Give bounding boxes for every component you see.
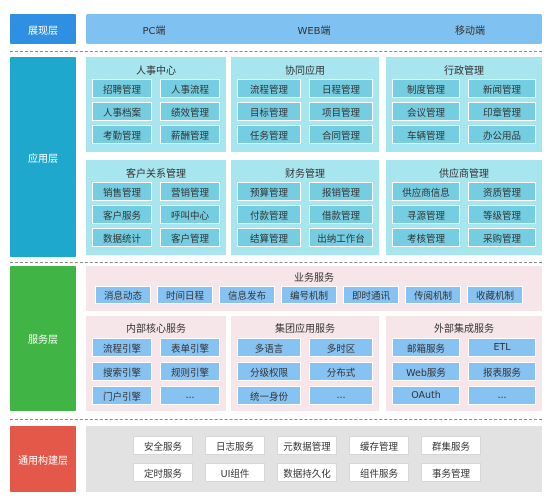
service-item: ... (468, 386, 536, 405)
app-module-item: 资质管理 (468, 182, 536, 201)
service-group-title: 外部集成服务 (434, 324, 494, 335)
app-module-item: 人事流程 (160, 79, 220, 98)
service-item: 分级权限 (237, 362, 301, 381)
business-service-item: 信息发布 (219, 286, 275, 304)
common-service-item: 数据持久化 (277, 463, 337, 482)
service-item: 报表服务 (468, 362, 536, 381)
app-module-item: 目标管理 (237, 102, 301, 121)
app-group-title: 财务管理 (285, 169, 325, 180)
service-item: OAuth (392, 386, 460, 405)
app-module-item: 寻源管理 (392, 205, 460, 224)
service-item: 门户引擎 (92, 386, 152, 405)
common-service-item: UI组件 (205, 463, 265, 482)
common-layer-label-text: 通用构建层 (18, 455, 68, 467)
display-layer-label-text: 展现层 (28, 25, 58, 37)
app-module-item: 绩效管理 (160, 102, 220, 121)
common-service-item: 元数据管理 (277, 436, 337, 455)
business-service-item: 收藏机制 (467, 286, 523, 304)
service-item: 分布式 (309, 362, 373, 381)
app-group-title: 客户关系管理 (126, 169, 186, 180)
service-layer-label: 服务层 (10, 266, 76, 411)
app-module-item: 呼叫中心 (160, 205, 220, 224)
app-module-item: 会议管理 (392, 102, 460, 121)
display-item-web: WEB端 (297, 25, 331, 37)
app-module-item: 考核管理 (392, 228, 460, 247)
service-group-title: 集团应用服务 (275, 324, 335, 335)
app-module-item: 供应商信息 (392, 182, 460, 201)
app-module-item: 出纳工作台 (309, 228, 373, 247)
service-item: 邮箱服务 (392, 338, 460, 357)
app-module-item: 销售管理 (92, 182, 152, 201)
divider-2 (10, 262, 542, 263)
service-item: 多时区 (309, 338, 373, 357)
app-module-item: 考勤管理 (92, 125, 152, 144)
common-service-item: 群集服务 (421, 436, 481, 455)
app-module-item: 车辆管理 (392, 125, 460, 144)
service-item: Web服务 (392, 362, 460, 381)
app-module-item: 客户服务 (92, 205, 152, 224)
app-group-title: 协同应用 (285, 66, 325, 77)
service-item: 表单引擎 (160, 338, 220, 357)
common-service-item: 日志服务 (205, 436, 265, 455)
service-item: 流程引擎 (92, 338, 152, 357)
common-service-item: 安全服务 (133, 436, 193, 455)
app-module-item: 人事档案 (92, 102, 152, 121)
app-module-item: 报销管理 (309, 182, 373, 201)
app-module-item: 招聘管理 (92, 79, 152, 98)
app-group-title: 人事中心 (136, 66, 176, 77)
display-layer-bar: PC端 WEB端 移动端 (86, 14, 542, 44)
app-module-item: 薪酬管理 (160, 125, 220, 144)
app-module-item: 采购管理 (468, 228, 536, 247)
service-item: 规则引擎 (160, 362, 220, 381)
app-module-item: 项目管理 (309, 102, 373, 121)
app-module-item: 印章管理 (468, 102, 536, 121)
service-item: 统一身份 (237, 386, 301, 405)
business-service-item: 消息动态 (95, 286, 151, 304)
app-module-item: 客户管理 (160, 228, 220, 247)
service-item: ... (160, 386, 220, 405)
business-service-item: 时间日程 (157, 286, 213, 304)
display-item-mobile: 移动端 (455, 25, 485, 37)
business-service-item: 即时通讯 (343, 286, 399, 304)
app-module-item: 合同管理 (309, 125, 373, 144)
display-item-pc: PC端 (142, 25, 166, 37)
service-item: 多语言 (237, 338, 301, 357)
common-service-item: 缓存管理 (349, 436, 409, 455)
divider-3 (10, 419, 542, 420)
app-group-title: 行政管理 (444, 66, 484, 77)
common-service-item: 事务管理 (421, 463, 481, 482)
app-module-item: 结算管理 (237, 228, 301, 247)
app-module-item: 流程管理 (237, 79, 301, 98)
business-service-item: 编号机制 (281, 286, 337, 304)
common-service-item: 定时服务 (133, 463, 193, 482)
application-layer-label: 应用层 (10, 57, 76, 257)
app-module-item: 预算管理 (237, 182, 301, 201)
app-module-item: 等级管理 (468, 205, 536, 224)
service-group-title: 内部核心服务 (126, 324, 186, 335)
service-item: 搜索引擎 (92, 362, 152, 381)
app-module-item: 办公用品 (468, 125, 536, 144)
display-layer-label: 展现层 (10, 14, 76, 44)
application-layer-label-text: 应用层 (28, 153, 58, 165)
app-module-item: 制度管理 (392, 79, 460, 98)
service-item: ... (309, 386, 373, 405)
app-module-item: 借款管理 (309, 205, 373, 224)
service-item: ETL (468, 338, 536, 357)
app-group-title: 供应商管理 (439, 169, 489, 180)
app-module-item: 日程管理 (309, 79, 373, 98)
divider-1 (10, 51, 542, 52)
app-module-item: 营销管理 (160, 182, 220, 201)
business-service-title: 业务服务 (294, 273, 334, 284)
business-service-item: 传阅机制 (405, 286, 461, 304)
app-module-item: 数据统计 (92, 228, 152, 247)
app-module-item: 任务管理 (237, 125, 301, 144)
service-layer-label-text: 服务层 (28, 335, 58, 346)
app-module-item: 付款管理 (237, 205, 301, 224)
common-layer-label: 通用构建层 (10, 426, 76, 492)
common-service-item: 组件服务 (349, 463, 409, 482)
app-module-item: 新闻管理 (468, 79, 536, 98)
